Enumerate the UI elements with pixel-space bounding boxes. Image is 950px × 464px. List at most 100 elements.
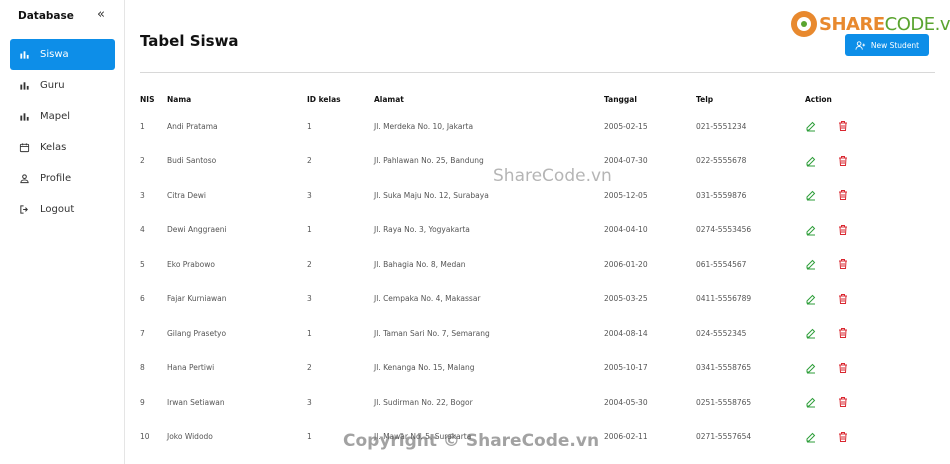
header-action: Action	[805, 94, 832, 104]
cell-tanggal: 2005-12-05	[604, 190, 648, 200]
cell-alamat: Jl. Merdeka No. 10, Jakarta	[374, 121, 474, 131]
cell-action	[805, 351, 865, 386]
pencil-icon[interactable]	[805, 327, 817, 339]
sharecode-logo-icon	[791, 11, 817, 37]
trash-icon[interactable]	[837, 431, 849, 443]
cell-nama: Dewi Anggraeni	[167, 225, 227, 235]
cell-id-kelas: 1	[307, 225, 312, 235]
table-row: 9 Irwan Setiawan 3 Jl. Sudirman No. 22, Bog…	[140, 385, 865, 420]
divider	[140, 72, 935, 73]
cell-telp: 021-5551234	[696, 121, 747, 131]
cell-tanggal: 2005-10-17	[604, 363, 648, 373]
pencil-icon[interactable]	[805, 120, 817, 132]
cell-alamat: Jl. Cempaka No. 4, Makassar	[374, 294, 481, 304]
students-table: NIS Nama ID kelas Alamat Tanggal Telp Ac…	[140, 89, 865, 454]
cell-telp: 022-5555678	[696, 156, 747, 166]
trash-icon[interactable]	[837, 189, 849, 201]
cell-nis: 9	[140, 397, 145, 407]
cell-id-kelas: 3	[307, 294, 312, 304]
trash-icon[interactable]	[837, 362, 849, 374]
cell-action	[805, 282, 865, 317]
logo-text-part1: SHARE	[819, 13, 885, 35]
cell-alamat: Jl. Pahlawan No. 25, Bandung	[374, 156, 484, 166]
cell-id-kelas: 1	[307, 432, 312, 442]
table-row: 6 Fajar Kurniawan 3 Jl. Cempaka No. 4, Maka…	[140, 282, 865, 317]
pencil-icon[interactable]	[805, 224, 817, 236]
cell-nis: 3	[140, 190, 145, 200]
cell-telp: 0274-5553456	[696, 225, 752, 235]
pencil-icon[interactable]	[805, 155, 817, 167]
page-title: Tabel Siswa	[140, 32, 239, 50]
cell-telp: 0251-5558765	[696, 397, 752, 407]
trash-icon[interactable]	[837, 155, 849, 167]
cell-alamat: Jl. Bahagia No. 8, Medan	[374, 259, 466, 269]
user-plus-icon	[855, 40, 865, 50]
header-nis: NIS	[140, 94, 155, 104]
table-row: 4 Dewi Anggraeni 1 Jl. Raya No. 3, Yogyakar…	[140, 213, 865, 248]
cell-id-kelas: 1	[307, 121, 312, 131]
trash-icon[interactable]	[837, 258, 849, 270]
header-nama: Nama	[167, 94, 192, 104]
cell-alamat: Jl. Kenanga No. 15, Malang	[374, 363, 475, 373]
cell-action	[805, 144, 865, 179]
cell-tanggal: 2004-08-14	[604, 328, 648, 338]
pencil-icon[interactable]	[805, 362, 817, 374]
table-row: 5 Eko Prabowo 2 Jl. Bahagia No. 8, Medan 200…	[140, 247, 865, 282]
header-tanggal: Tanggal	[604, 94, 637, 104]
bar-chart-icon	[19, 49, 40, 60]
bar-chart-icon	[19, 80, 40, 91]
sidebar-item-label: Logout	[40, 204, 75, 215]
cell-nama: Hana Pertiwi	[167, 363, 215, 373]
pencil-icon[interactable]	[805, 396, 817, 408]
cell-nama: Budi Santoso	[167, 156, 217, 166]
cell-id-kelas: 1	[307, 328, 312, 338]
logo-text-part2: CODE.vn	[884, 13, 950, 35]
pencil-icon[interactable]	[805, 189, 817, 201]
sidebar-item-profile[interactable]: Profile	[10, 163, 115, 194]
sidebar-item-siswa[interactable]: Siswa	[10, 39, 115, 70]
cell-id-kelas: 2	[307, 259, 312, 269]
logout-icon	[19, 204, 40, 215]
cell-nama: Citra Dewi	[167, 190, 206, 200]
header-alamat: Alamat	[374, 94, 404, 104]
cell-alamat: Jl. Sudirman No. 22, Bogor	[374, 397, 473, 407]
cell-nis: 5	[140, 259, 145, 269]
cell-tanggal: 2004-07-30	[604, 156, 648, 166]
cell-nis: 8	[140, 363, 145, 373]
sidebar-item-kelas[interactable]: Kelas	[10, 132, 115, 163]
sidebar-title: Database	[18, 10, 74, 22]
pencil-icon[interactable]	[805, 293, 817, 305]
table-row: 10 Joko Widodo 1 Jl. Mawar No. 5, Surakarta…	[140, 420, 865, 455]
trash-icon[interactable]	[837, 327, 849, 339]
pencil-icon[interactable]	[805, 431, 817, 443]
cell-nis: 2	[140, 156, 145, 166]
trash-icon[interactable]	[837, 120, 849, 132]
sidebar-item-guru[interactable]: Guru	[10, 70, 115, 101]
trash-icon[interactable]	[837, 396, 849, 408]
cell-action	[805, 420, 865, 455]
pencil-icon[interactable]	[805, 258, 817, 270]
cell-action	[805, 385, 865, 420]
cell-id-kelas: 3	[307, 190, 312, 200]
cell-nama: Joko Widodo	[167, 432, 213, 442]
sidebar-item-mapel[interactable]: Mapel	[10, 101, 115, 132]
cell-tanggal: 2004-04-10	[604, 225, 648, 235]
main-content: Tabel Siswa SHARECODE.vn New Student NIS…	[125, 0, 950, 464]
trash-icon[interactable]	[837, 293, 849, 305]
sidebar-item-logout[interactable]: Logout	[10, 194, 115, 225]
sidebar-item-label: Profile	[40, 173, 72, 184]
sidebar-item-label: Kelas	[40, 142, 67, 153]
table-row: 2 Budi Santoso 2 Jl. Pahlawan No. 25, Bandu…	[140, 144, 865, 179]
new-student-button[interactable]: New Student	[845, 34, 929, 56]
cell-nis: 7	[140, 328, 145, 338]
cell-action	[805, 316, 865, 351]
header-telp: Telp	[696, 94, 714, 104]
cell-tanggal: 2005-02-15	[604, 121, 648, 131]
chevrons-left-icon[interactable]: «	[97, 7, 105, 22]
cell-alamat: Jl. Mawar No. 5, Surakarta	[374, 432, 472, 442]
sidebar-item-label: Guru	[40, 80, 65, 91]
new-student-label: New Student	[870, 40, 920, 50]
cell-telp: 0411-5556789	[696, 294, 752, 304]
sidebar: Database « Siswa Guru Mapel Kelas Profile Log…	[0, 0, 125, 464]
trash-icon[interactable]	[837, 224, 849, 236]
